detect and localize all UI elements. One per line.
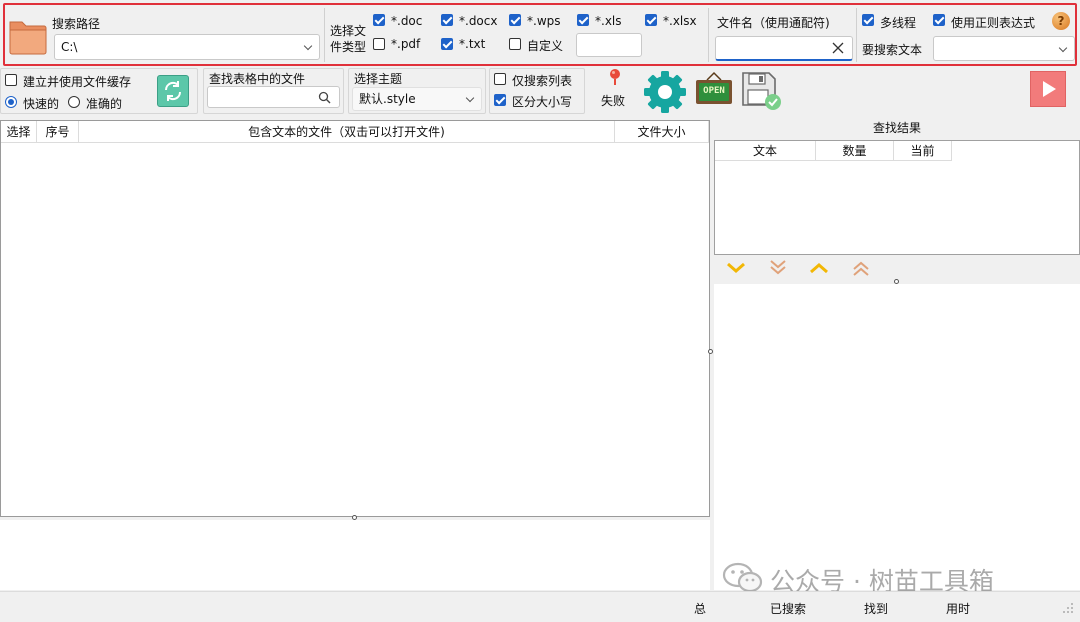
open-label: OPEN	[703, 86, 725, 96]
secondary-toolbar: 建立并使用文件缓存 快速的 准确的 查找表格中的文件 选择主题 默认.style…	[0, 68, 1080, 118]
resize-grip-icon[interactable]	[1062, 602, 1074, 614]
column-header-size[interactable]: 文件大小	[615, 121, 709, 143]
case-label: 区分大小写	[512, 95, 573, 109]
theme-select[interactable]: 默认.style	[352, 87, 482, 111]
results-column-current[interactable]: 当前	[894, 141, 952, 161]
only-list-checkbox[interactable]	[494, 73, 506, 85]
find-in-table-input[interactable]	[207, 86, 340, 108]
last-result-button[interactable]	[767, 258, 789, 278]
settings-button[interactable]	[642, 69, 688, 115]
chevron-down-icon	[727, 262, 745, 273]
fast-label: 快速的	[23, 97, 60, 111]
fast-radio[interactable]	[5, 96, 17, 108]
fail-label: 失败	[601, 94, 626, 108]
previous-result-button[interactable]	[808, 260, 830, 276]
save-button[interactable]	[740, 70, 784, 112]
refresh-button[interactable]	[157, 75, 189, 107]
gear-icon	[644, 71, 686, 113]
refresh-icon	[164, 81, 182, 101]
theme-label: 选择主题	[354, 72, 403, 86]
results-column-text[interactable]: 文本	[715, 141, 816, 161]
next-result-button[interactable]	[725, 260, 747, 276]
highlight-frame	[3, 3, 1077, 66]
save-icon	[742, 72, 781, 110]
theme-value: 默认.style	[359, 92, 416, 106]
status-bar: 总 已搜索 找到 用时	[0, 591, 1080, 622]
accurate-label: 准确的	[86, 97, 123, 111]
wechat-icon	[722, 562, 763, 593]
accurate-radio[interactable]	[68, 96, 80, 108]
find-in-table-label: 查找表格中的文件	[209, 72, 306, 86]
fail-indicator[interactable]: 失败	[600, 68, 630, 112]
status-found: 找到	[864, 602, 889, 616]
column-header-select[interactable]: 选择	[1, 121, 37, 143]
cache-checkbox[interactable]	[5, 74, 17, 86]
search-icon[interactable]	[318, 91, 331, 104]
case-checkbox[interactable]	[494, 94, 506, 106]
first-result-button[interactable]	[850, 258, 872, 278]
results-title: 查找结果	[872, 121, 921, 135]
chevron-up-icon	[810, 263, 828, 274]
pin-icon	[610, 69, 620, 85]
results-table[interactable]: 文本 数量 当前	[714, 140, 1080, 255]
cache-label: 建立并使用文件缓存	[23, 75, 132, 89]
only-list-label: 仅搜索列表	[512, 74, 573, 88]
status-total: 总	[694, 602, 707, 616]
double-chevron-up-icon	[853, 261, 869, 276]
file-list-table[interactable]: 选择 序号 包含文本的文件（双击可以打开文件) 文件大小	[0, 120, 710, 517]
column-header-index[interactable]: 序号	[37, 121, 79, 143]
column-header-file[interactable]: 包含文本的文件（双击可以打开文件)	[79, 121, 615, 143]
splitter-handle[interactable]	[708, 349, 713, 354]
play-icon	[1043, 81, 1056, 97]
status-searched: 已搜索	[770, 602, 807, 616]
top-toolbar: 搜索路径 C:\ 选择文 件类型 *.doc *.docx *.wps *.xl…	[0, 0, 1080, 68]
double-chevron-down-icon	[770, 260, 786, 275]
start-search-button[interactable]	[1030, 71, 1066, 107]
results-column-count[interactable]: 数量	[816, 141, 894, 161]
detail-pane	[0, 520, 710, 590]
open-button[interactable]: OPEN	[695, 71, 733, 107]
status-elapsed: 用时	[946, 602, 971, 616]
preview-pane	[714, 284, 1080, 590]
chevron-down-icon	[465, 93, 475, 103]
